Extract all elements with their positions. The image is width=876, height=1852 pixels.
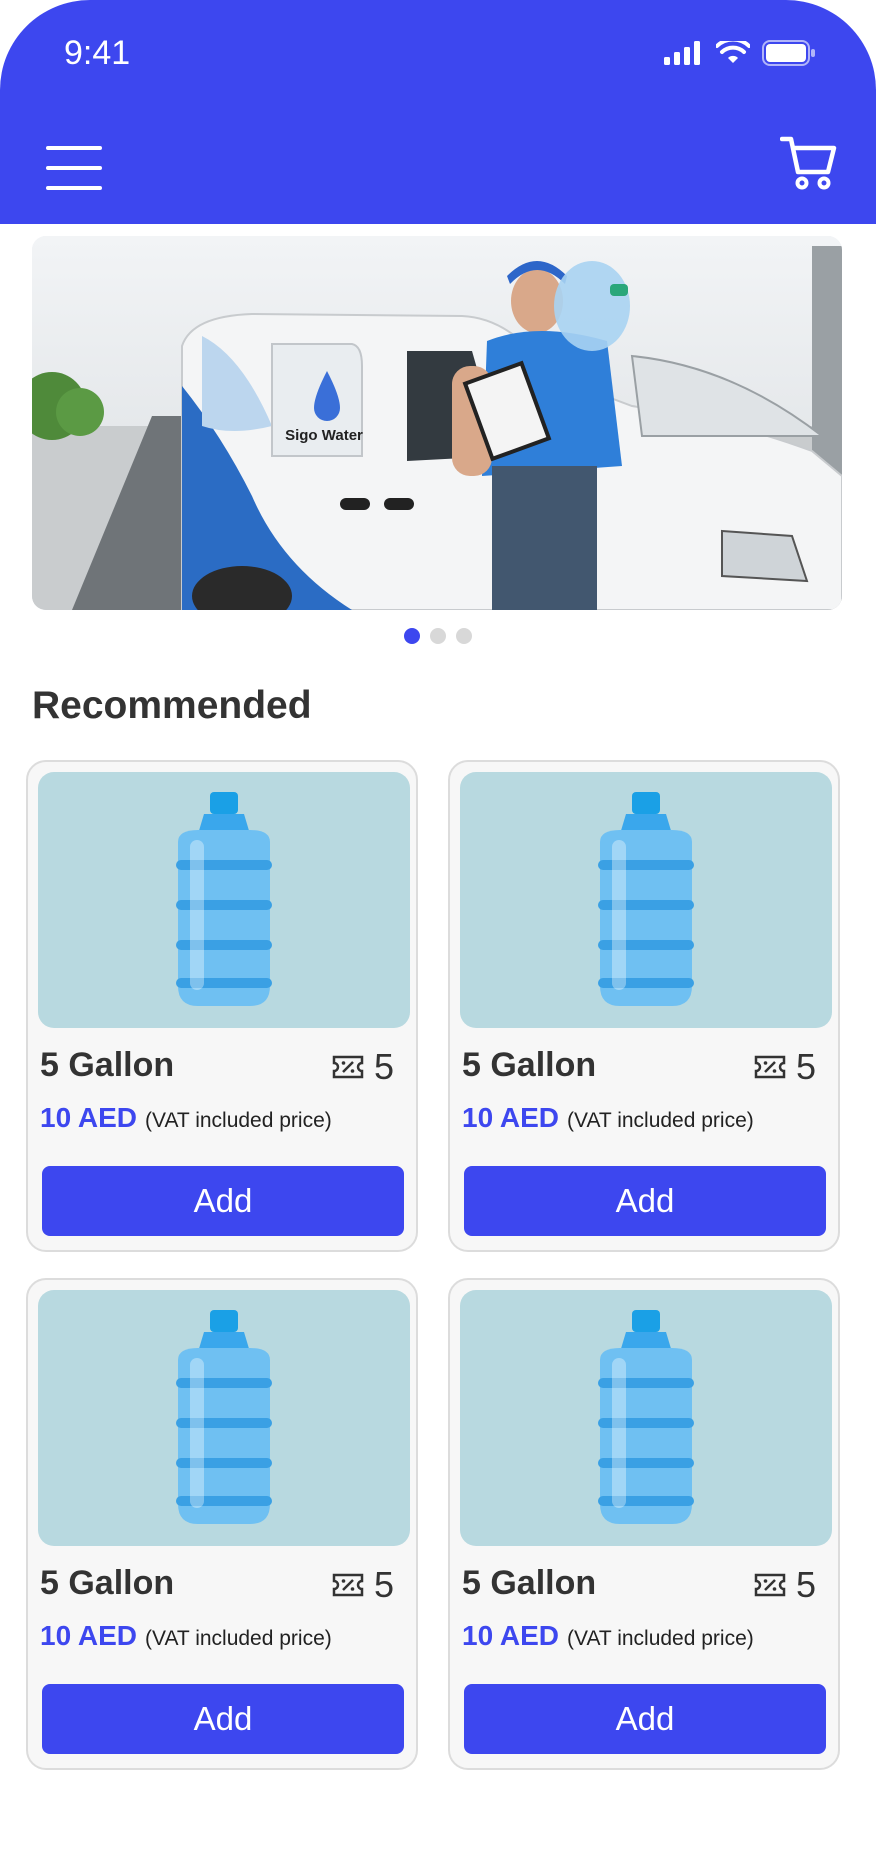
carousel-dots xyxy=(0,628,876,644)
add-button[interactable]: Add xyxy=(42,1166,404,1236)
product-name: 5 Gallon xyxy=(462,1046,597,1084)
section-title: Recommended xyxy=(32,684,312,727)
cart-button[interactable] xyxy=(779,134,838,190)
quantity-value: 5 xyxy=(373,1564,394,1605)
carousel-dot-3[interactable] xyxy=(456,628,472,644)
product-grid: 5 Gallon 5 10 AED (VAT included price) A… xyxy=(26,760,844,1770)
promo-banner[interactable]: Sigo Water xyxy=(32,236,842,610)
battery-icon xyxy=(762,40,815,66)
product-card[interactable]: 5 Gallon 5 10 AED (VAT included price) A… xyxy=(26,760,418,1252)
vat-note: (VAT included price) xyxy=(145,1109,332,1132)
product-name: 5 Gallon xyxy=(40,1046,175,1084)
vat-note: (VAT included price) xyxy=(567,1109,754,1132)
quantity-value: 5 xyxy=(373,1046,394,1087)
price-row: 10 AED (VAT included price) xyxy=(40,1620,332,1652)
product-quantity: 5 xyxy=(754,1564,816,1606)
add-button[interactable]: Add xyxy=(464,1684,826,1754)
price-row: 10 AED (VAT included price) xyxy=(462,1620,754,1652)
cart-icon xyxy=(779,136,837,190)
water-bottle-icon xyxy=(176,792,272,1006)
banner-illustration: Sigo Water xyxy=(32,236,842,610)
vat-note: (VAT included price) xyxy=(567,1627,754,1650)
water-bottle-icon xyxy=(598,792,694,1006)
vat-note: (VAT included price) xyxy=(145,1627,332,1650)
water-bottle-icon xyxy=(176,1310,272,1524)
water-bottle-icon xyxy=(598,1310,694,1524)
product-card[interactable]: 5 Gallon 5 10 AED (VAT included price) A… xyxy=(448,760,840,1252)
price-row: 10 AED (VAT included price) xyxy=(462,1102,754,1134)
product-price: 10 AED xyxy=(40,1102,138,1133)
product-name: 5 Gallon xyxy=(462,1564,597,1602)
product-image xyxy=(460,772,832,1028)
product-card[interactable]: 5 Gallon 5 10 AED (VAT included price) A… xyxy=(26,1278,418,1770)
product-price: 10 AED xyxy=(462,1102,560,1133)
ticket-icon xyxy=(754,1573,786,1597)
app-header: 9:41 xyxy=(0,0,876,224)
product-price: 10 AED xyxy=(462,1620,560,1651)
status-icons xyxy=(664,40,816,66)
add-button[interactable]: Add xyxy=(42,1684,404,1754)
quantity-value: 5 xyxy=(795,1564,816,1605)
product-price: 10 AED xyxy=(40,1620,138,1651)
product-image xyxy=(38,1290,410,1546)
add-button[interactable]: Add xyxy=(464,1166,826,1236)
menu-button[interactable] xyxy=(46,142,102,190)
product-card[interactable]: 5 Gallon 5 10 AED (VAT included price) A… xyxy=(448,1278,840,1770)
ticket-icon xyxy=(332,1055,364,1079)
product-quantity: 5 xyxy=(754,1046,816,1088)
price-row: 10 AED (VAT included price) xyxy=(40,1102,332,1134)
carousel-dot-1[interactable] xyxy=(404,628,420,644)
ticket-icon xyxy=(754,1055,786,1079)
product-image xyxy=(38,772,410,1028)
hamburger-icon xyxy=(46,146,102,150)
carousel-dot-2[interactable] xyxy=(430,628,446,644)
wifi-icon xyxy=(716,41,750,63)
product-quantity: 5 xyxy=(332,1564,394,1606)
ticket-icon xyxy=(332,1573,364,1597)
product-quantity: 5 xyxy=(332,1046,394,1088)
quantity-value: 5 xyxy=(795,1046,816,1087)
signal-icon xyxy=(664,41,700,65)
product-name: 5 Gallon xyxy=(40,1564,175,1602)
status-time: 9:41 xyxy=(64,34,131,72)
product-image xyxy=(460,1290,832,1546)
van-brand-text: Sigo Water xyxy=(285,427,363,444)
